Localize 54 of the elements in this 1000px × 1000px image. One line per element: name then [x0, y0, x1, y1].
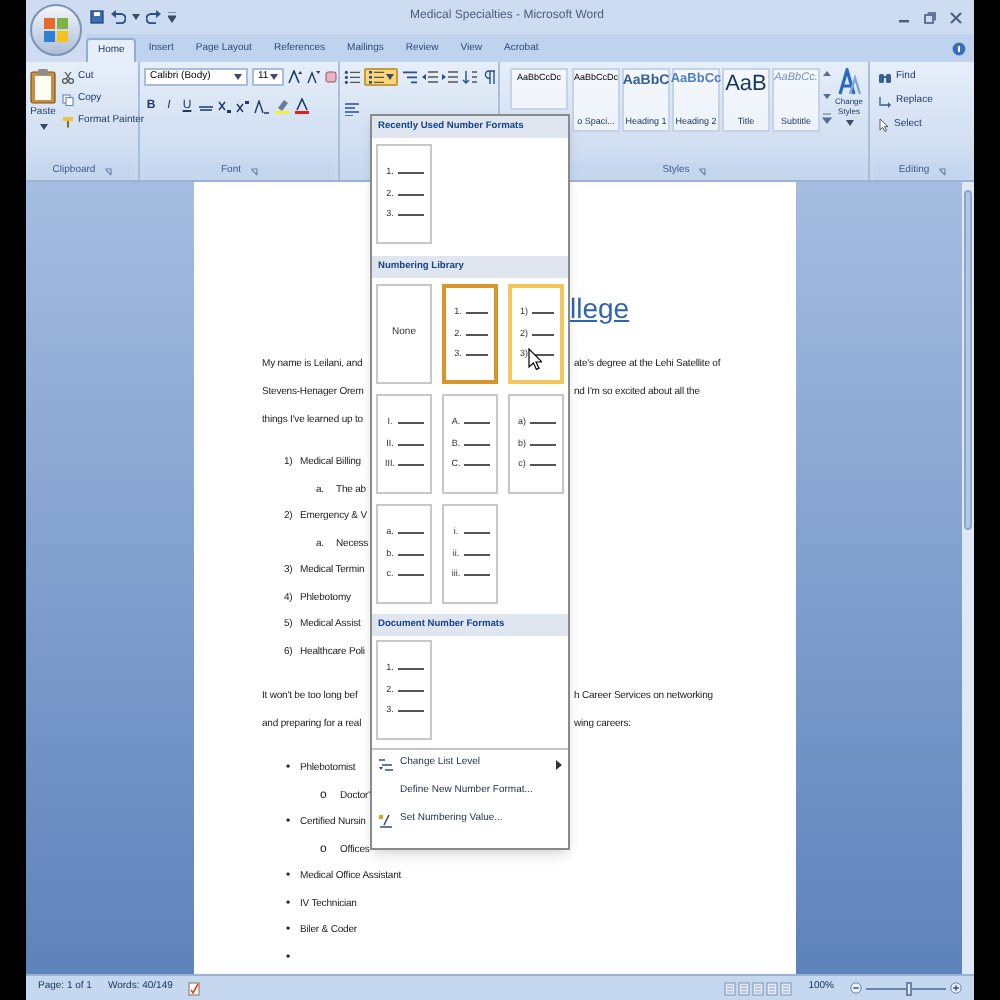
pointer-icon	[878, 118, 890, 132]
bullets-icon[interactable]	[344, 70, 360, 84]
office-button[interactable]	[30, 4, 82, 56]
document-heading: llege	[570, 289, 630, 328]
numbering-icon	[368, 70, 384, 84]
numbering-button[interactable]	[364, 68, 398, 86]
mouse-pointer-icon	[528, 348, 542, 370]
undo-icon[interactable]	[110, 10, 126, 24]
redo-icon[interactable]	[146, 10, 162, 24]
shrink-font-icon[interactable]	[306, 70, 320, 84]
four-squares-icon	[42, 16, 70, 44]
zoom-in-icon[interactable]	[950, 982, 962, 994]
align-left-icon[interactable]	[344, 102, 360, 116]
change-case-icon[interactable]	[254, 99, 270, 113]
copy-icon	[62, 93, 74, 105]
scrollbar[interactable]	[962, 182, 974, 974]
close-icon[interactable]	[950, 11, 962, 23]
caret-icon	[132, 14, 140, 20]
customize-icon[interactable]	[168, 11, 176, 23]
proofing-icon[interactable]	[188, 981, 201, 995]
caret-icon	[386, 74, 394, 80]
caret-icon	[234, 74, 242, 80]
binoculars-icon	[878, 71, 892, 83]
clipboard-icon	[30, 68, 56, 104]
slider-thumb[interactable]	[906, 981, 913, 995]
subscript-icon[interactable]	[218, 99, 232, 113]
highlighter-icon[interactable]	[274, 98, 290, 114]
letters-a-icon	[837, 68, 861, 96]
replace-icon	[878, 95, 892, 107]
dialog-launcher-icon[interactable]	[937, 167, 946, 175]
save-icon[interactable]	[90, 10, 104, 24]
multilevel-list-icon[interactable]	[402, 70, 418, 84]
paintbrush-icon	[62, 115, 74, 127]
list-level-icon	[378, 757, 394, 771]
numbering-value-icon	[378, 813, 394, 827]
help-icon[interactable]	[952, 42, 966, 56]
decrease-indent-icon[interactable]	[422, 70, 438, 84]
zoom-out-icon[interactable]	[850, 982, 862, 994]
gallery-scroll-icon[interactable]	[822, 68, 832, 128]
superscript-icon[interactable]	[236, 99, 250, 113]
increase-indent-icon[interactable]	[442, 70, 458, 84]
dialog-launcher-icon[interactable]	[249, 167, 257, 175]
dialog-launcher-icon[interactable]	[697, 167, 706, 175]
grow-font-icon[interactable]	[288, 70, 302, 84]
dialog-launcher-icon[interactable]	[103, 167, 112, 175]
scroll-thumb[interactable]	[964, 190, 972, 530]
restore-icon[interactable]	[924, 11, 936, 23]
caret-icon	[39, 123, 47, 129]
sort-icon[interactable]	[462, 70, 478, 84]
font-color-icon[interactable]	[294, 98, 310, 114]
scissors-icon	[62, 71, 74, 83]
pilcrow-icon[interactable]	[482, 70, 498, 84]
caret-icon	[270, 74, 278, 80]
caret-icon	[845, 119, 853, 126]
